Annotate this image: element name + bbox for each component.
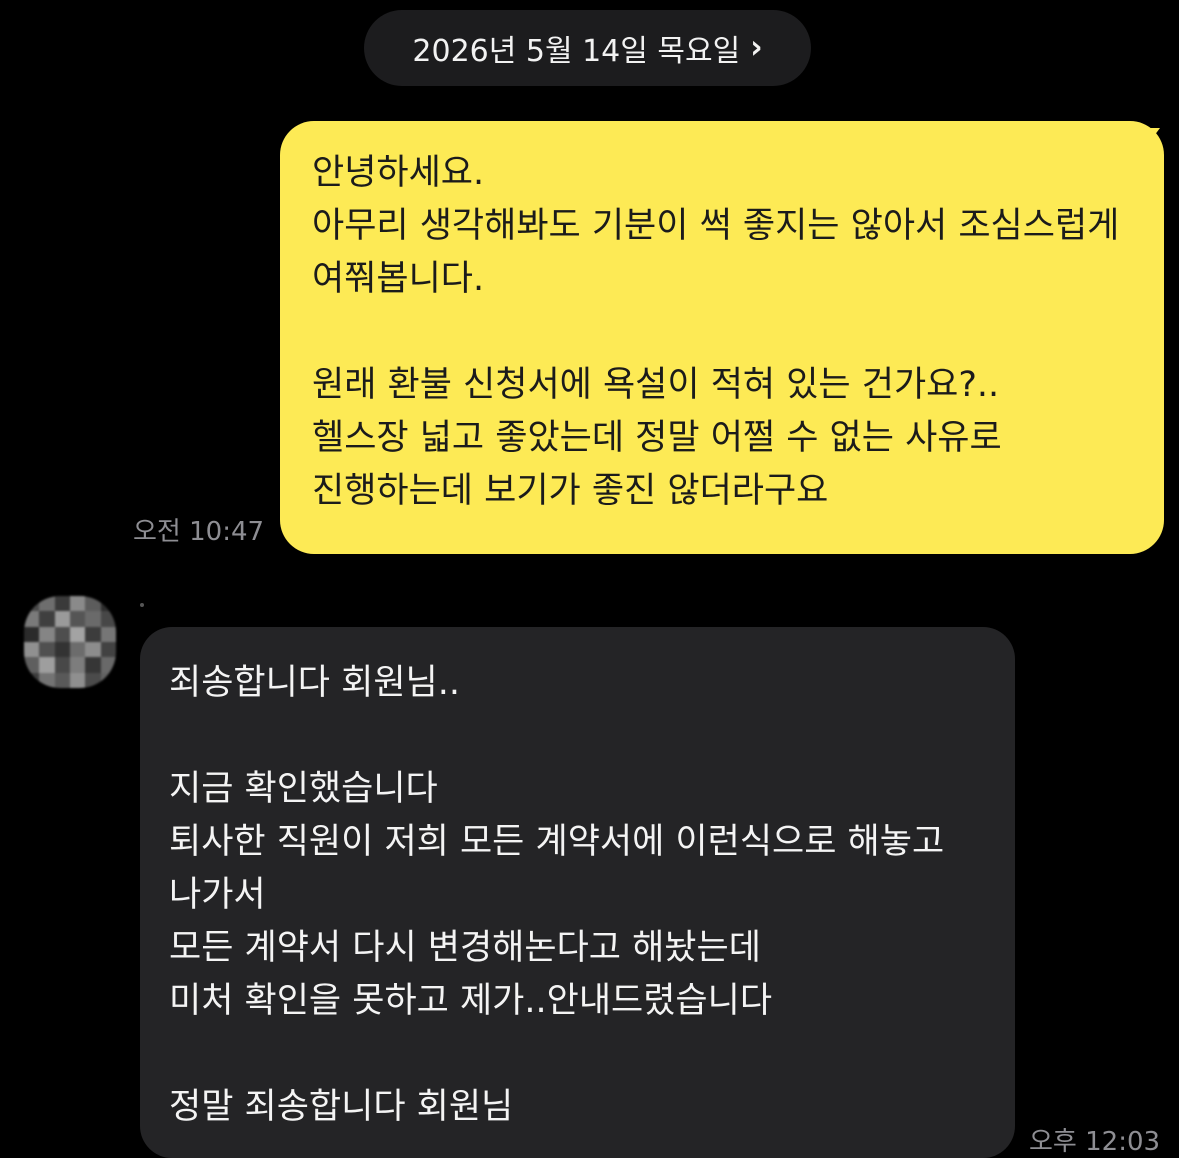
avatar-pixel [100,672,116,688]
avatar-pixel [85,611,101,627]
avatar-pixel [69,672,86,688]
avatar-pixel [54,657,70,673]
avatar-pixel [24,641,40,658]
avatar-pixel [85,657,101,673]
avatar-pixel [39,596,55,612]
avatar-pixel [54,596,70,612]
avatar-pixel [69,657,86,673]
date-label: 2026년 5월 14일 목요일 [412,34,741,69]
avatar-pixel [24,596,40,612]
avatar-pixel [24,672,40,688]
avatar-pixel [69,641,86,658]
sent-message-bubble[interactable]: 안녕하세요. 아무리 생각해봐도 기분이 썩 좋지는 않아서 조심스럽게 여쭤봅… [280,121,1164,554]
received-message-timestamp: 오후 12:03 [1029,1127,1161,1157]
avatar-pixel [100,596,116,612]
date-header-button[interactable]: 2026년 5월 14일 목요일 › [364,10,811,86]
avatar-pixel [85,641,101,658]
avatar-pixel [54,672,70,688]
avatar-pixel [39,672,55,688]
avatar-pixel [85,596,101,612]
avatar-pixel [39,641,55,658]
avatar-pixel [69,596,86,612]
avatar-pixel [85,626,101,642]
avatar-pixel [24,657,40,673]
sent-message-timestamp: 오전 10:47 [133,517,265,547]
avatar-pixel [69,626,86,642]
avatar-pixel [85,672,101,688]
avatar-pixel [24,626,40,642]
received-message-bubble[interactable]: 죄송합니다 회원님.. 지금 확인했습니다 퇴사한 직원이 저희 모든 계약서에… [140,627,1015,1158]
avatar-pixel [24,611,40,627]
avatar-pixel [39,626,55,642]
sender-name-placeholder [140,603,144,607]
chevron-right-icon: › [750,28,763,67]
avatar-pixel [100,641,116,658]
avatar-pixel [100,611,116,627]
avatar-pixel [54,611,70,627]
avatar-pixel [100,626,116,642]
avatar-pixel [54,641,70,658]
avatar-pixel [39,611,55,627]
sender-avatar[interactable] [24,596,116,688]
avatar-pixel [69,611,86,627]
avatar-pixel [100,657,116,673]
avatar-pixel [39,657,55,673]
avatar-pixel [54,626,70,642]
